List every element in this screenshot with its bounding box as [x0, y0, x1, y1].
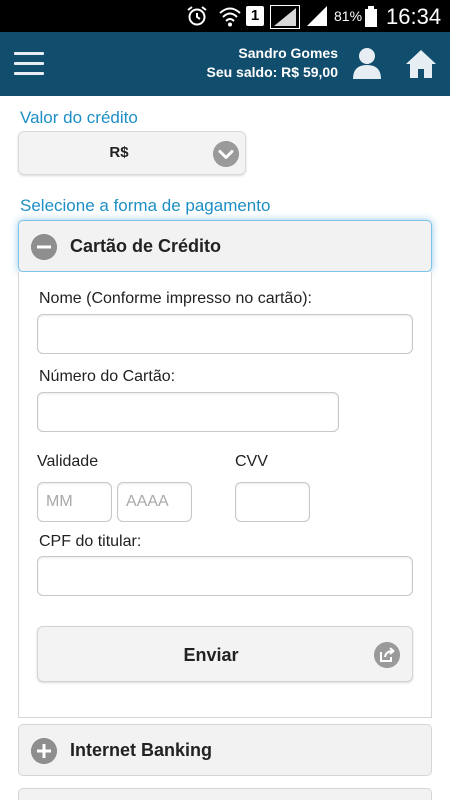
alarm-icon [187, 6, 207, 26]
cvv-field[interactable] [235, 482, 310, 522]
user-info: Sandro Gomes Seu saldo: R$ 59,00 [206, 44, 338, 82]
wifi-icon [219, 7, 241, 27]
battery-percent: 81% [334, 8, 363, 24]
credit-amount-label: Valor do crédito [20, 108, 138, 127]
user-icon[interactable] [350, 46, 384, 80]
expiry-month-field[interactable] [37, 482, 112, 522]
battery-icon [365, 6, 377, 27]
accordion-next-method[interactable] [18, 788, 432, 800]
signal-icon [270, 5, 300, 29]
cpf-label: CPF do titular: [39, 533, 142, 550]
submit-button[interactable]: Enviar [37, 626, 413, 682]
accordion-internet-banking-title: Internet Banking [70, 740, 213, 760]
chevron-down-icon [213, 141, 239, 167]
card-number-field[interactable] [37, 392, 339, 432]
cvv-label: CVV [235, 453, 268, 470]
accordion-credit-card[interactable]: Cartão de Crédito [18, 220, 432, 272]
sim-icon: 1 [246, 6, 264, 26]
user-name: Sandro Gomes [238, 45, 338, 61]
cardholder-name-field[interactable] [37, 314, 413, 354]
payment-method-label: Selecione a forma de pagamento [20, 196, 271, 215]
app-header: Sandro Gomes Seu saldo: R$ 59,00 [0, 32, 450, 96]
validity-label: Validade [37, 453, 99, 470]
cardholder-name-label: Nome (Conforme impresso no cartão): [39, 290, 312, 307]
user-balance: Seu saldo: R$ 59,00 [206, 64, 338, 80]
cpf-field[interactable] [37, 556, 413, 596]
status-bar: 1 81% 16:34 [0, 0, 450, 32]
menu-icon[interactable] [14, 52, 44, 76]
submit-button-label: Enviar [183, 645, 239, 665]
signal-icon [307, 6, 327, 26]
expiry-year-field[interactable] [117, 482, 192, 522]
credit-amount-select[interactable]: R$ [18, 131, 246, 175]
minus-circle-icon [31, 234, 57, 260]
accordion-credit-card-title: Cartão de Crédito [70, 236, 222, 256]
card-number-label: Número do Cartão: [39, 368, 176, 385]
home-icon[interactable] [404, 47, 438, 81]
share-icon [374, 642, 400, 668]
accordion-internet-banking[interactable]: Internet Banking [18, 724, 432, 776]
plus-circle-icon [31, 738, 57, 764]
clock: 16:34 [386, 4, 442, 29]
selected-amount: R$ [109, 144, 129, 161]
